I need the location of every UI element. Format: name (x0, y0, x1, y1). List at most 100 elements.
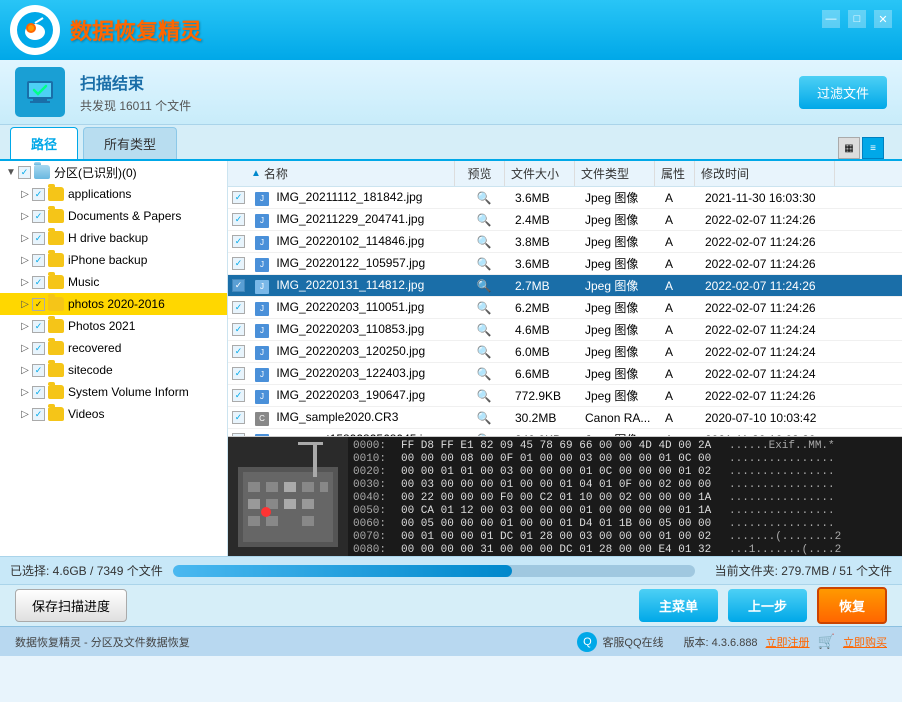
file-row[interactable]: ✓ J IMG_20220203_120250.jpg 🔍 6.0MB Jpeg… (228, 341, 902, 363)
preview-search-icon[interactable]: 🔍 (476, 300, 492, 316)
preview-search-icon[interactable]: 🔍 (476, 212, 492, 228)
file-preview[interactable]: 🔍 (459, 410, 509, 426)
preview-search-icon[interactable]: 🔍 (476, 256, 492, 272)
file-preview[interactable]: 🔍 (459, 256, 509, 272)
hex-addr: 0060: (353, 518, 393, 530)
maximize-button[interactable]: □ (848, 10, 866, 28)
main-menu-button[interactable]: 主菜单 (639, 589, 718, 622)
file-preview[interactable]: 🔍 (459, 344, 509, 360)
file-preview[interactable]: 🔍 (459, 300, 509, 316)
filter-button[interactable]: 过滤文件 (799, 76, 887, 109)
file-checkbox[interactable]: ✓ (232, 367, 245, 380)
file-time: 2022-02-07 11:24:26 (699, 235, 839, 249)
file-row[interactable]: ✓ J IMG_20211229_204741.jpg 🔍 2.4MB Jpeg… (228, 209, 902, 231)
file-preview[interactable]: 🔍 (459, 212, 509, 228)
file-preview[interactable]: 🔍 (459, 234, 509, 250)
item-checkbox[interactable]: ✓ (32, 232, 45, 245)
tree-item-recovered[interactable]: ▷ ✓ recovered (0, 337, 227, 359)
preview-search-icon[interactable]: 🔍 (476, 190, 492, 206)
file-row[interactable]: ✓ J IMG_20220102_114846.jpg 🔍 3.8MB Jpeg… (228, 231, 902, 253)
file-checkbox[interactable]: ✓ (232, 213, 245, 226)
file-preview[interactable]: 🔍 (459, 366, 509, 382)
file-row-selected[interactable]: ✓ J IMG_20220131_114812.jpg 🔍 2.7MB Jpeg… (228, 275, 902, 297)
file-preview[interactable]: 🔍 (459, 322, 509, 338)
tree-item-music[interactable]: ▷ ✓ Music (0, 271, 227, 293)
tree-item-applications[interactable]: ▷ ✓ applications (0, 183, 227, 205)
item-checkbox[interactable]: ✓ (32, 342, 45, 355)
item-checkbox[interactable]: ✓ (32, 210, 45, 223)
file-checkbox[interactable]: ✓ (232, 323, 245, 336)
item-checkbox[interactable]: ✓ (32, 188, 45, 201)
folder-icon (48, 231, 64, 245)
file-time: 2022-02-07 11:24:26 (699, 257, 839, 271)
hex-ascii: ................ (729, 479, 835, 491)
file-checkbox[interactable]: ✓ (232, 411, 245, 424)
preview-search-icon[interactable]: 🔍 (476, 388, 492, 404)
file-checkbox[interactable]: ✓ (232, 301, 245, 314)
prev-step-button[interactable]: 上一步 (728, 589, 807, 622)
status-subtitle: 共发现 16011 个文件 (80, 97, 799, 114)
preview-search-icon[interactable]: 🔍 (476, 322, 492, 338)
item-checkbox[interactable]: ✓ (32, 298, 45, 311)
file-checkbox[interactable]: ✓ (232, 345, 245, 358)
expand-icon: ▷ (18, 297, 32, 311)
file-checkbox[interactable]: ✓ (232, 235, 245, 248)
file-checkbox[interactable]: ✓ (232, 389, 245, 402)
cart-icon: 🛒 (818, 633, 835, 650)
col-header-type: 文件类型 (575, 161, 655, 186)
preview-search-icon[interactable]: 🔍 (476, 278, 492, 294)
item-checkbox[interactable]: ✓ (32, 320, 45, 333)
tree-item-h-drive[interactable]: ▷ ✓ H drive backup (0, 227, 227, 249)
file-row[interactable]: ✓ J IMG_20211112_181842.jpg 🔍 3.6MB Jpeg… (228, 187, 902, 209)
file-checkbox[interactable]: ✓ (232, 257, 245, 270)
tab-all-types[interactable]: 所有类型 (83, 127, 177, 159)
item-checkbox[interactable]: ✓ (32, 276, 45, 289)
file-row[interactable]: ✓ C IMG_sample2020.CR3 🔍 30.2MB Canon RA… (228, 407, 902, 429)
tree-root[interactable]: ▼ ✓ 分区(已识别)(0) (0, 161, 227, 183)
tree-item-sitecode[interactable]: ▷ ✓ sitecode (0, 359, 227, 381)
file-row[interactable]: ✓ J IMG_20220203_122403.jpg 🔍 6.6MB Jpeg… (228, 363, 902, 385)
file-preview[interactable]: 🔍 (459, 190, 509, 206)
item-checkbox[interactable]: ✓ (32, 254, 45, 267)
file-checkbox[interactable]: ✓ (232, 191, 245, 204)
file-checkbox[interactable]: ✓ (232, 279, 245, 292)
root-checkbox[interactable]: ✓ (18, 166, 31, 179)
grid-view-button[interactable]: ▦ (838, 137, 860, 159)
file-row[interactable]: ✓ J mmexport1589282568045.jpg 🔍 849.0KB … (228, 429, 902, 436)
file-row[interactable]: ✓ J IMG_20220203_190647.jpg 🔍 772.9KB Jp… (228, 385, 902, 407)
file-row[interactable]: ✓ J IMG_20220122_105957.jpg 🔍 3.6MB Jpeg… (228, 253, 902, 275)
tree-item-documents[interactable]: ▷ ✓ Documents & Papers (0, 205, 227, 227)
preview-search-icon[interactable]: 🔍 (476, 344, 492, 360)
file-row[interactable]: ✓ J IMG_20220203_110853.jpg 🔍 4.6MB Jpeg… (228, 319, 902, 341)
file-type: Jpeg 图像 (579, 255, 659, 272)
tree-item-system-volume[interactable]: ▷ ✓ System Volume Inform (0, 381, 227, 403)
item-checkbox[interactable]: ✓ (32, 364, 45, 377)
file-preview[interactable]: 🔍 (459, 278, 509, 294)
file-attr: A (659, 213, 699, 227)
tree-item-photos-2020[interactable]: ▷ ✓ photos 2020-2016 (0, 293, 227, 315)
register-link[interactable]: 立即注册 (766, 634, 810, 650)
minimize-button[interactable]: — (822, 10, 840, 28)
tree-item-photos-2021[interactable]: ▷ ✓ Photos 2021 (0, 315, 227, 337)
buy-link[interactable]: 立即购买 (843, 634, 887, 650)
restore-button[interactable]: 恢复 (817, 587, 887, 624)
cr3-icon: C (255, 412, 269, 426)
item-checkbox[interactable]: ✓ (32, 408, 45, 421)
file-row[interactable]: ✓ J IMG_20220203_110051.jpg 🔍 6.2MB Jpeg… (228, 297, 902, 319)
folder-icon (48, 209, 64, 223)
tab-path[interactable]: 路径 (10, 127, 78, 159)
file-attr: A (659, 323, 699, 337)
file-preview[interactable]: 🔍 (459, 388, 509, 404)
hex-ascii: ................ (729, 518, 835, 530)
save-scan-button[interactable]: 保存扫描进度 (15, 589, 127, 622)
list-view-button[interactable]: ≡ (862, 137, 884, 159)
item-checkbox[interactable]: ✓ (32, 386, 45, 399)
preview-search-icon[interactable]: 🔍 (476, 410, 492, 426)
preview-search-icon[interactable]: 🔍 (476, 234, 492, 250)
tree-item-videos[interactable]: ▷ ✓ Videos (0, 403, 227, 425)
close-button[interactable]: ✕ (874, 10, 892, 28)
preview-search-icon[interactable]: 🔍 (476, 366, 492, 382)
tree-item-iphone-backup[interactable]: ▷ ✓ iPhone backup (0, 249, 227, 271)
file-type: Jpeg 图像 (579, 387, 659, 404)
hex-addr: 0000: (353, 440, 393, 452)
